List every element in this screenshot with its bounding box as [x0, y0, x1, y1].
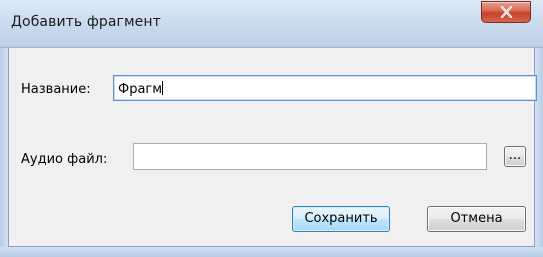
- name-label: Название:: [21, 82, 91, 97]
- dialog-body: Название: Фрагм Аудио файл: ... Сохранит…: [8, 48, 537, 247]
- browse-button-label: ...: [508, 148, 522, 163]
- save-button-label: Сохранить: [304, 211, 378, 226]
- name-input[interactable]: Фрагм: [113, 75, 537, 101]
- close-button[interactable]: [481, 1, 531, 23]
- cancel-button-label: Отмена: [450, 211, 503, 226]
- text-caret: [162, 81, 164, 95]
- window-title: Добавить фрагмент: [11, 14, 161, 30]
- dialog-window: Добавить фрагмент Название: Фрагм Аудио …: [0, 0, 543, 257]
- browse-button[interactable]: ...: [504, 146, 526, 167]
- window-frame-left: [0, 48, 8, 257]
- save-button[interactable]: Сохранить: [292, 206, 390, 232]
- cancel-button[interactable]: Отмена: [427, 206, 526, 232]
- name-input-value: Фрагм: [118, 82, 163, 97]
- window-frame-bottom: [0, 247, 543, 257]
- close-icon: [500, 6, 513, 18]
- audio-file-input[interactable]: [133, 143, 487, 170]
- title-bar[interactable]: Добавить фрагмент: [0, 0, 543, 48]
- audio-file-label: Аудио файл:: [21, 152, 108, 167]
